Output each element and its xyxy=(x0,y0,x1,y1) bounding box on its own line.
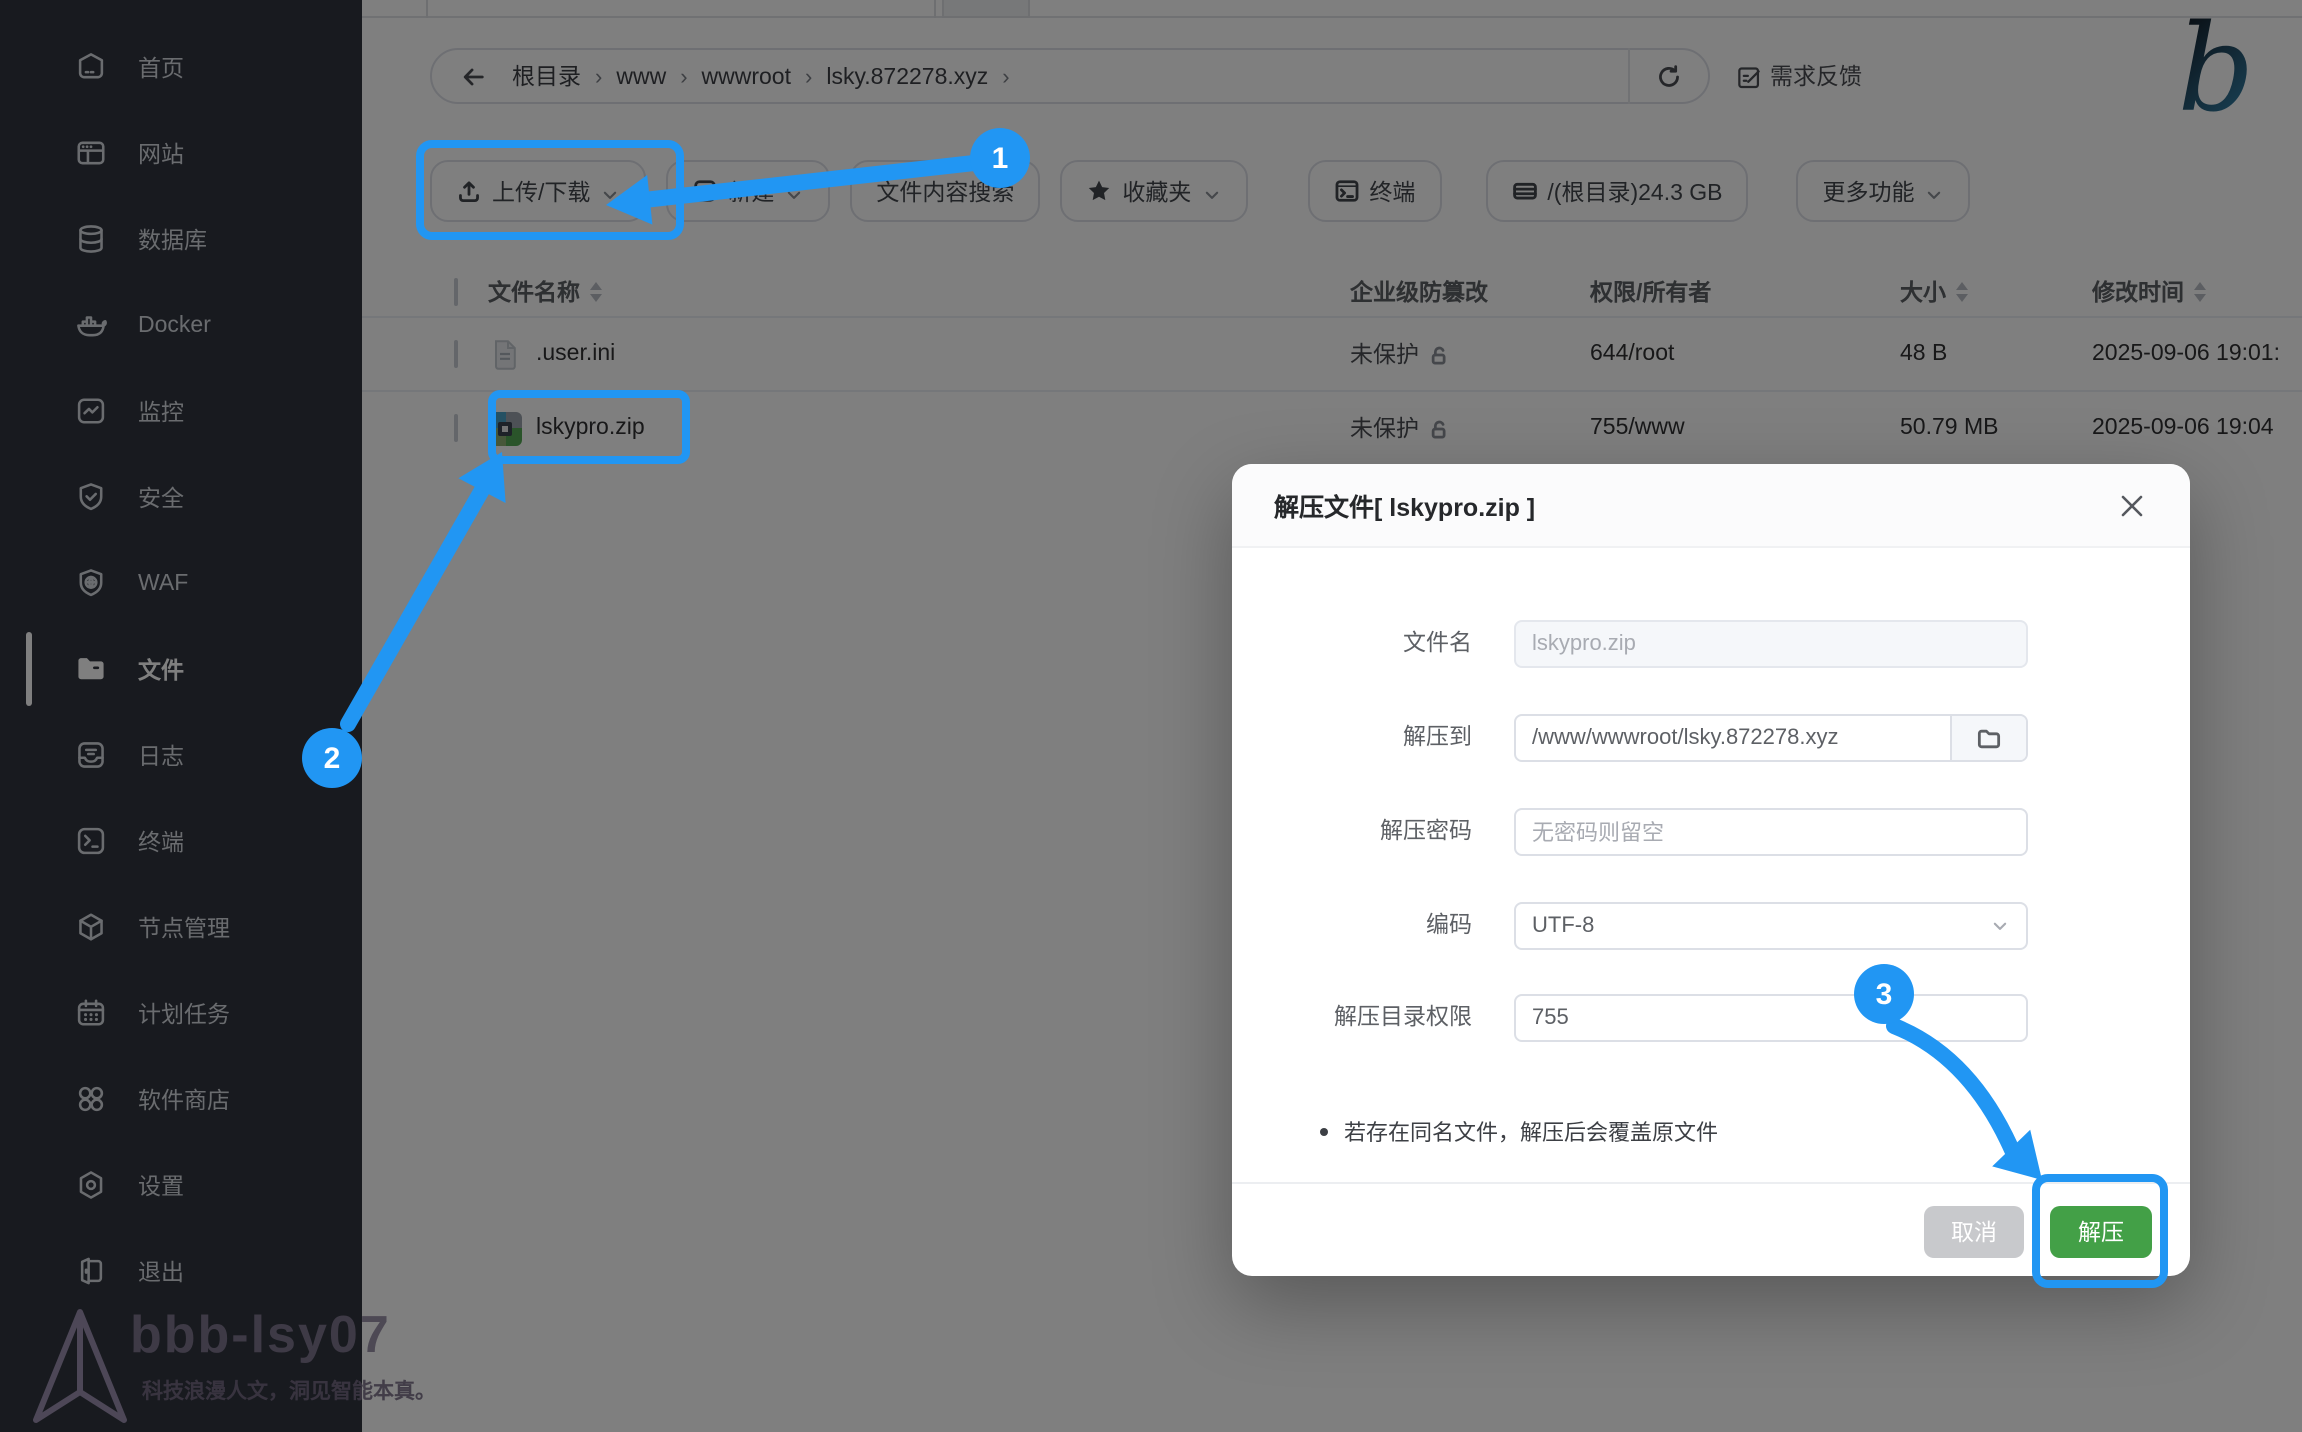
dialog-header: 解压文件[ lskypro.zip ] xyxy=(1232,464,2190,548)
annotation-rect-upload-button xyxy=(416,140,684,240)
input-解压目录权限[interactable]: 755 xyxy=(1514,994,2028,1042)
field-label: 解压目录权限 xyxy=(1232,994,1472,1042)
extract-dialog: 解压文件[ lskypro.zip ] 文件名 lskypro.zip 解压到/ww… xyxy=(1232,464,2190,1276)
annotation-rect-zip-file xyxy=(488,390,690,464)
dialog-title: 解压文件[ lskypro.zip ] xyxy=(1274,486,1535,524)
annotation-step-3: 3 xyxy=(1854,964,1914,1024)
field-label: 编码 xyxy=(1232,901,1472,949)
browse-folder-button[interactable] xyxy=(1950,716,2026,760)
chevron-down-icon xyxy=(1990,915,2010,935)
input-解压到[interactable]: /www/wwwroot/lsky.872278.xyz xyxy=(1514,714,2028,762)
close-icon[interactable] xyxy=(2116,489,2148,521)
bullet-dot xyxy=(1320,1128,1328,1136)
folder-sm-icon xyxy=(1976,725,2002,751)
input-文件名[interactable]: lskypro.zip xyxy=(1514,620,2028,668)
field-label: 解压到 xyxy=(1232,714,1472,762)
field-label: 文件名 xyxy=(1232,620,1472,668)
annotation-step-1: 1 xyxy=(970,128,1030,188)
app-window: 首页网站数据库Docker监控安全WAF文件日志终端节点管理计划任务软件商店设置… xyxy=(0,0,2302,1432)
cancel-button[interactable]: 取消 xyxy=(1924,1206,2024,1258)
dialog-note: 若存在同名文件，解压后会覆盖原文件 xyxy=(1320,1116,1718,1148)
field-label: 解压密码 xyxy=(1232,808,1472,856)
select-编码[interactable]: UTF-8 xyxy=(1514,901,2028,949)
annotation-step-2: 2 xyxy=(302,728,362,788)
input-解压密码[interactable]: 无密码则留空 xyxy=(1514,808,2028,856)
annotation-rect-extract-button xyxy=(2032,1174,2168,1288)
